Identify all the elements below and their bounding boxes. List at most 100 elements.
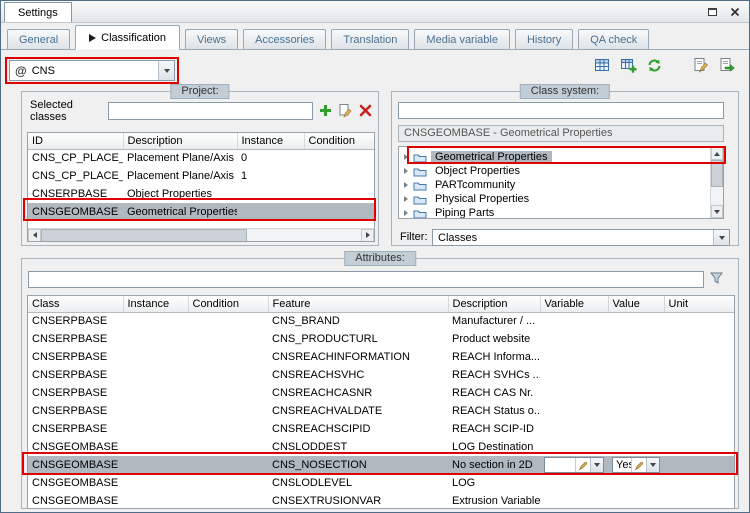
context-combo-value: CNS <box>31 64 55 77</box>
horizontal-scrollbar[interactable] <box>28 228 374 241</box>
filter-combo-dropdown-button[interactable] <box>713 230 729 245</box>
grid-add-icon[interactable] <box>620 57 637 74</box>
tab-classification[interactable]: Classification <box>75 25 180 50</box>
play-icon <box>89 33 97 42</box>
chevron-down-icon <box>718 235 725 240</box>
arrow-up-icon <box>714 151 720 156</box>
class-tree: Geometrical Properties Object Properties… <box>398 146 724 219</box>
column-header-id[interactable]: ID <box>28 133 124 150</box>
table-row[interactable]: CNS_CP_PLACE_PAPlacement Plane/Axis0 <box>28 149 374 167</box>
class-system-groupbox: Class system: CNSGEOMBASE - Geometrical … <box>391 84 739 246</box>
chevron-right-icon[interactable] <box>404 168 408 174</box>
table-row[interactable]: CNSERPBASE CNSREACHSVHC REACH SVHCs ... <box>28 366 734 384</box>
column-header-instance[interactable]: Instance <box>237 133 305 150</box>
table-row[interactable]: CNSERPBASE CNSREACHCASNR REACH CAS Nr. <box>28 384 734 402</box>
table-row-selected[interactable]: CNSGEOMBASE CNS_NOSECTION No section in … <box>28 456 734 474</box>
attributes-group-title: Attributes: <box>344 251 416 266</box>
chevron-right-icon[interactable] <box>404 210 408 216</box>
tree-item-geometrical-properties[interactable]: Geometrical Properties <box>399 150 723 164</box>
scroll-down-button[interactable] <box>711 205 723 218</box>
value-editor[interactable]: Yes <box>612 457 660 473</box>
chevron-down-icon[interactable] <box>646 458 659 472</box>
scroll-right-button[interactable] <box>361 228 374 241</box>
table-row[interactable]: CNSERPBASE CNS_PRODUCTURL Product website <box>28 330 734 348</box>
chevron-down-icon[interactable] <box>590 458 603 472</box>
table-row[interactable]: CNSERPBASE CNSREACHSCIPID REACH SCIP-ID <box>28 420 734 438</box>
column-header-feature[interactable]: Feature <box>268 296 449 313</box>
attributes-table: Class Instance Condition Feature Descrip… <box>28 296 734 508</box>
value-editor-text: Yes <box>616 459 631 471</box>
table-row[interactable]: CNS_CP_PLACE_PAPlacement Plane/Axis1 <box>28 167 374 185</box>
scroll-up-button[interactable] <box>711 147 723 160</box>
class-search-input[interactable] <box>398 102 724 119</box>
scrollbar-thumb[interactable] <box>41 228 247 241</box>
chevron-right-icon[interactable] <box>404 154 408 160</box>
tab-views[interactable]: Views <box>184 29 239 49</box>
chevron-down-icon <box>163 68 170 73</box>
tab-translation[interactable]: Translation <box>331 29 410 49</box>
delete-icon[interactable] <box>358 103 373 118</box>
column-header-description[interactable]: Description <box>448 296 541 313</box>
filter-label: Filter: <box>400 231 428 243</box>
project-table: ID Description Instance Condition CNS_CP… <box>28 133 374 221</box>
table-row[interactable]: CNSGEOMBASE CNSLODLEVEL LOG <box>28 474 734 492</box>
close-button[interactable] <box>725 4 744 19</box>
pencil-icon[interactable] <box>631 458 646 472</box>
variable-editor[interactable] <box>544 457 604 473</box>
scroll-left-button[interactable] <box>28 228 41 241</box>
tree-item-piping-parts[interactable]: Piping Parts <box>399 206 723 218</box>
tree-item-physical-properties[interactable]: Physical Properties <box>399 192 723 206</box>
arrow-left-icon <box>32 232 37 238</box>
folder-icon <box>413 166 427 177</box>
table-row-selected[interactable]: CNSGEOMBASE Geometrical Properties <box>28 203 374 221</box>
pencil-icon[interactable] <box>575 458 590 472</box>
attribute-filter-input[interactable] <box>28 271 704 288</box>
column-header-value[interactable]: Value <box>608 296 665 313</box>
filter-combo[interactable]: Classes <box>432 229 730 246</box>
table-row[interactable]: CNSGEOMBASE CNSLODDEST LOG Destination <box>28 438 734 456</box>
edit-icon[interactable] <box>338 103 353 118</box>
column-header-variable[interactable]: Variable <box>540 296 609 313</box>
grid-icon[interactable] <box>594 57 611 74</box>
selected-classes-input[interactable] <box>108 101 313 120</box>
chevron-right-icon[interactable] <box>404 182 408 188</box>
tab-qa-check[interactable]: QA check <box>578 29 650 49</box>
scrollbar-thumb[interactable] <box>711 160 723 187</box>
table-row[interactable]: CNSERPBASE CNSREACHVALDATE REACH Status o.… <box>28 402 734 420</box>
context-combo-dropdown-button[interactable] <box>158 61 174 80</box>
page-arrow-icon[interactable] <box>718 57 735 74</box>
project-header-row: ID Description Instance Condition <box>28 133 374 150</box>
tab-accessories[interactable]: Accessories <box>243 29 327 49</box>
tab-bar: General Classification Views Accessories… <box>1 25 749 50</box>
selected-classes-row: Selected classes <box>30 99 373 123</box>
tab-history[interactable]: History <box>514 29 574 49</box>
column-header-class[interactable]: Class <box>28 296 124 313</box>
column-header-condition[interactable]: Condition <box>304 133 374 150</box>
page-edit-icon[interactable] <box>692 57 709 74</box>
column-header-description[interactable]: Description <box>123 133 238 150</box>
context-combo[interactable]: @ CNS <box>9 60 175 81</box>
settings-window: Settings General Classification Views Ac… <box>0 0 750 513</box>
table-row[interactable]: CNSERPBASE Object Properties <box>28 185 374 203</box>
tree-item-object-properties[interactable]: Object Properties <box>399 164 723 178</box>
column-header-condition[interactable]: Condition <box>188 296 269 313</box>
chevron-right-icon[interactable] <box>404 196 408 202</box>
tab-media-variable[interactable]: Media variable <box>414 29 510 49</box>
title-bar: Settings <box>1 1 749 23</box>
column-header-instance[interactable]: Instance <box>123 296 189 313</box>
table-row[interactable]: CNSERPBASE CNSREACHINFORMATION REACH Infor… <box>28 348 734 366</box>
column-header-unit[interactable]: Unit <box>664 296 734 313</box>
tree-item-partcommunity[interactable]: PARTcommunity <box>399 178 723 192</box>
arrow-down-icon <box>714 209 720 214</box>
table-row[interactable]: CNSGEOMBASE CNSEXTRUSIONVAR Extrusion Vari… <box>28 492 734 508</box>
add-icon[interactable] <box>318 103 333 118</box>
class-system-group-title: Class system: <box>519 84 611 99</box>
window-title-label: Settings <box>18 6 58 19</box>
table-row[interactable]: CNSERPBASE CNS_BRAND Manufacturer / ... <box>28 312 734 330</box>
funnel-icon[interactable] <box>710 272 723 284</box>
vertical-scrollbar[interactable] <box>710 147 723 218</box>
refresh-icon[interactable] <box>646 57 663 74</box>
maximize-button[interactable] <box>703 4 722 19</box>
tab-general[interactable]: General <box>7 29 71 49</box>
attributes-header-row: Class Instance Condition Feature Descrip… <box>28 296 734 313</box>
